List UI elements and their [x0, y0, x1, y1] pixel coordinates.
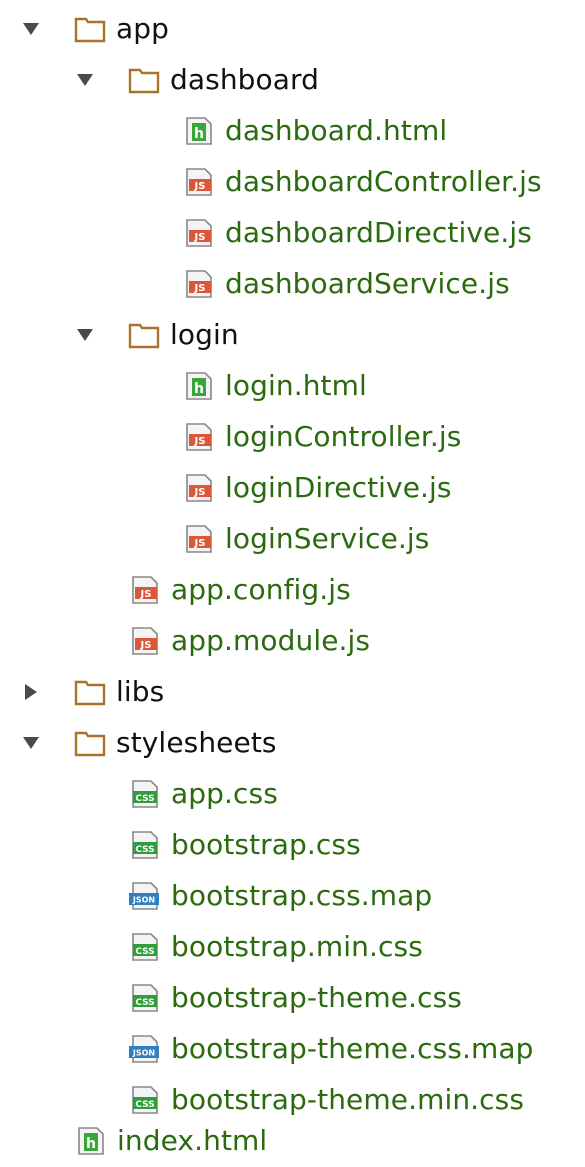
css-file-icon: CSS	[132, 1086, 158, 1114]
folder-label: libs	[116, 675, 165, 708]
tree-file[interactable]: JS dashboardService.js	[0, 259, 585, 310]
tree-file[interactable]: JS dashboardDirective.js	[0, 208, 585, 259]
tree-file[interactable]: h login.html	[0, 361, 585, 412]
js-file-icon: JS	[132, 576, 158, 604]
tree-file[interactable]: JS loginService.js	[0, 514, 585, 565]
tree-file[interactable]: CSS bootstrap-theme.css	[0, 973, 585, 1024]
json-file-icon: JSON	[129, 882, 159, 910]
tree-file[interactable]: CSS bootstrap.min.css	[0, 922, 585, 973]
tree-file[interactable]: JSON bootstrap-theme.css.map	[0, 1024, 585, 1075]
svg-text:JSON: JSON	[132, 896, 155, 905]
css-file-icon: CSS	[132, 780, 158, 808]
svg-text:JS: JS	[140, 589, 152, 600]
html-file-icon: h	[186, 372, 212, 400]
folder-icon	[74, 731, 106, 757]
file-label: dashboardDirective.js	[225, 216, 532, 249]
svg-text:CSS: CSS	[135, 947, 154, 957]
tree-file[interactable]: JS app.module.js	[0, 616, 585, 667]
folder-label: stylesheets	[116, 726, 277, 759]
tree-folder-dashboard[interactable]: dashboard	[0, 55, 585, 106]
svg-text:h: h	[194, 126, 204, 142]
css-file-icon: CSS	[132, 831, 158, 859]
file-label: dashboardService.js	[225, 267, 510, 300]
folder-label: dashboard	[170, 63, 320, 96]
tree-folder-app[interactable]: app	[0, 4, 585, 55]
svg-text:JS: JS	[194, 232, 206, 243]
html-file-icon: h	[186, 117, 212, 145]
svg-text:CSS: CSS	[135, 998, 154, 1008]
svg-text:CSS: CSS	[135, 1100, 154, 1110]
file-label: app.css	[171, 777, 278, 810]
svg-text:JS: JS	[194, 283, 206, 294]
folder-label: app	[116, 12, 170, 45]
file-label: bootstrap.min.css	[171, 930, 423, 963]
folder-label: login	[170, 318, 239, 351]
file-label: loginDirective.js	[225, 471, 452, 504]
tree-folder-libs[interactable]: libs	[0, 667, 585, 718]
svg-text:CSS: CSS	[135, 845, 154, 855]
file-label: bootstrap.css	[171, 828, 361, 861]
tree-file[interactable]: h dashboard.html	[0, 106, 585, 157]
svg-text:CSS: CSS	[135, 794, 154, 804]
svg-text:h: h	[86, 1136, 96, 1152]
file-label: bootstrap-theme.css	[171, 981, 462, 1014]
html-file-icon: h	[78, 1127, 104, 1155]
file-label: dashboardController.js	[225, 165, 542, 198]
file-label: app.module.js	[171, 624, 371, 657]
expanded-triangle-icon[interactable]	[76, 71, 94, 89]
folder-icon	[74, 680, 106, 706]
file-label: login.html	[225, 369, 367, 402]
file-label: bootstrap-theme.min.css	[171, 1083, 525, 1116]
file-label: loginController.js	[225, 420, 462, 453]
tree-file[interactable]: h index.html	[0, 1116, 585, 1167]
tree-file[interactable]: JS loginDirective.js	[0, 463, 585, 514]
tree-file[interactable]: JSON bootstrap.css.map	[0, 871, 585, 922]
file-label: loginService.js	[225, 522, 430, 555]
expanded-triangle-icon[interactable]	[76, 326, 94, 344]
tree-folder-login[interactable]: login	[0, 310, 585, 361]
tree-file[interactable]: JS app.config.js	[0, 565, 585, 616]
css-file-icon: CSS	[132, 933, 158, 961]
expanded-triangle-icon[interactable]	[22, 734, 40, 752]
svg-text:JS: JS	[194, 487, 206, 498]
svg-text:JS: JS	[194, 436, 206, 447]
collapsed-triangle-icon[interactable]	[22, 683, 40, 701]
folder-icon	[74, 17, 106, 43]
svg-text:JS: JS	[140, 640, 152, 651]
svg-text:JSON: JSON	[132, 1049, 155, 1058]
js-file-icon: JS	[186, 525, 212, 553]
json-file-icon: JSON	[129, 1035, 159, 1063]
file-label: app.config.js	[171, 573, 351, 606]
js-file-icon: JS	[186, 423, 212, 451]
file-label: index.html	[117, 1124, 268, 1157]
css-file-icon: CSS	[132, 984, 158, 1012]
tree-folder-stylesheets[interactable]: stylesheets	[0, 718, 585, 769]
expanded-triangle-icon[interactable]	[22, 20, 40, 38]
js-file-icon: JS	[186, 270, 212, 298]
tree-file[interactable]: JS loginController.js	[0, 412, 585, 463]
svg-text:h: h	[194, 381, 204, 397]
folder-icon	[128, 323, 160, 349]
svg-text:JS: JS	[194, 538, 206, 549]
file-label: bootstrap.css.map	[171, 879, 433, 912]
js-file-icon: JS	[132, 627, 158, 655]
file-label: bootstrap-theme.css.map	[171, 1032, 534, 1065]
tree-file[interactable]: JS dashboardController.js	[0, 157, 585, 208]
file-label: dashboard.html	[225, 114, 448, 147]
js-file-icon: JS	[186, 168, 212, 196]
folder-icon	[128, 68, 160, 94]
tree-file[interactable]: CSS bootstrap.css	[0, 820, 585, 871]
project-file-tree: app dashboard h dashboard.html JS dashbo…	[0, 0, 585, 1160]
js-file-icon: JS	[186, 474, 212, 502]
tree-file[interactable]: CSS app.css	[0, 769, 585, 820]
svg-text:JS: JS	[194, 181, 206, 192]
js-file-icon: JS	[186, 219, 212, 247]
